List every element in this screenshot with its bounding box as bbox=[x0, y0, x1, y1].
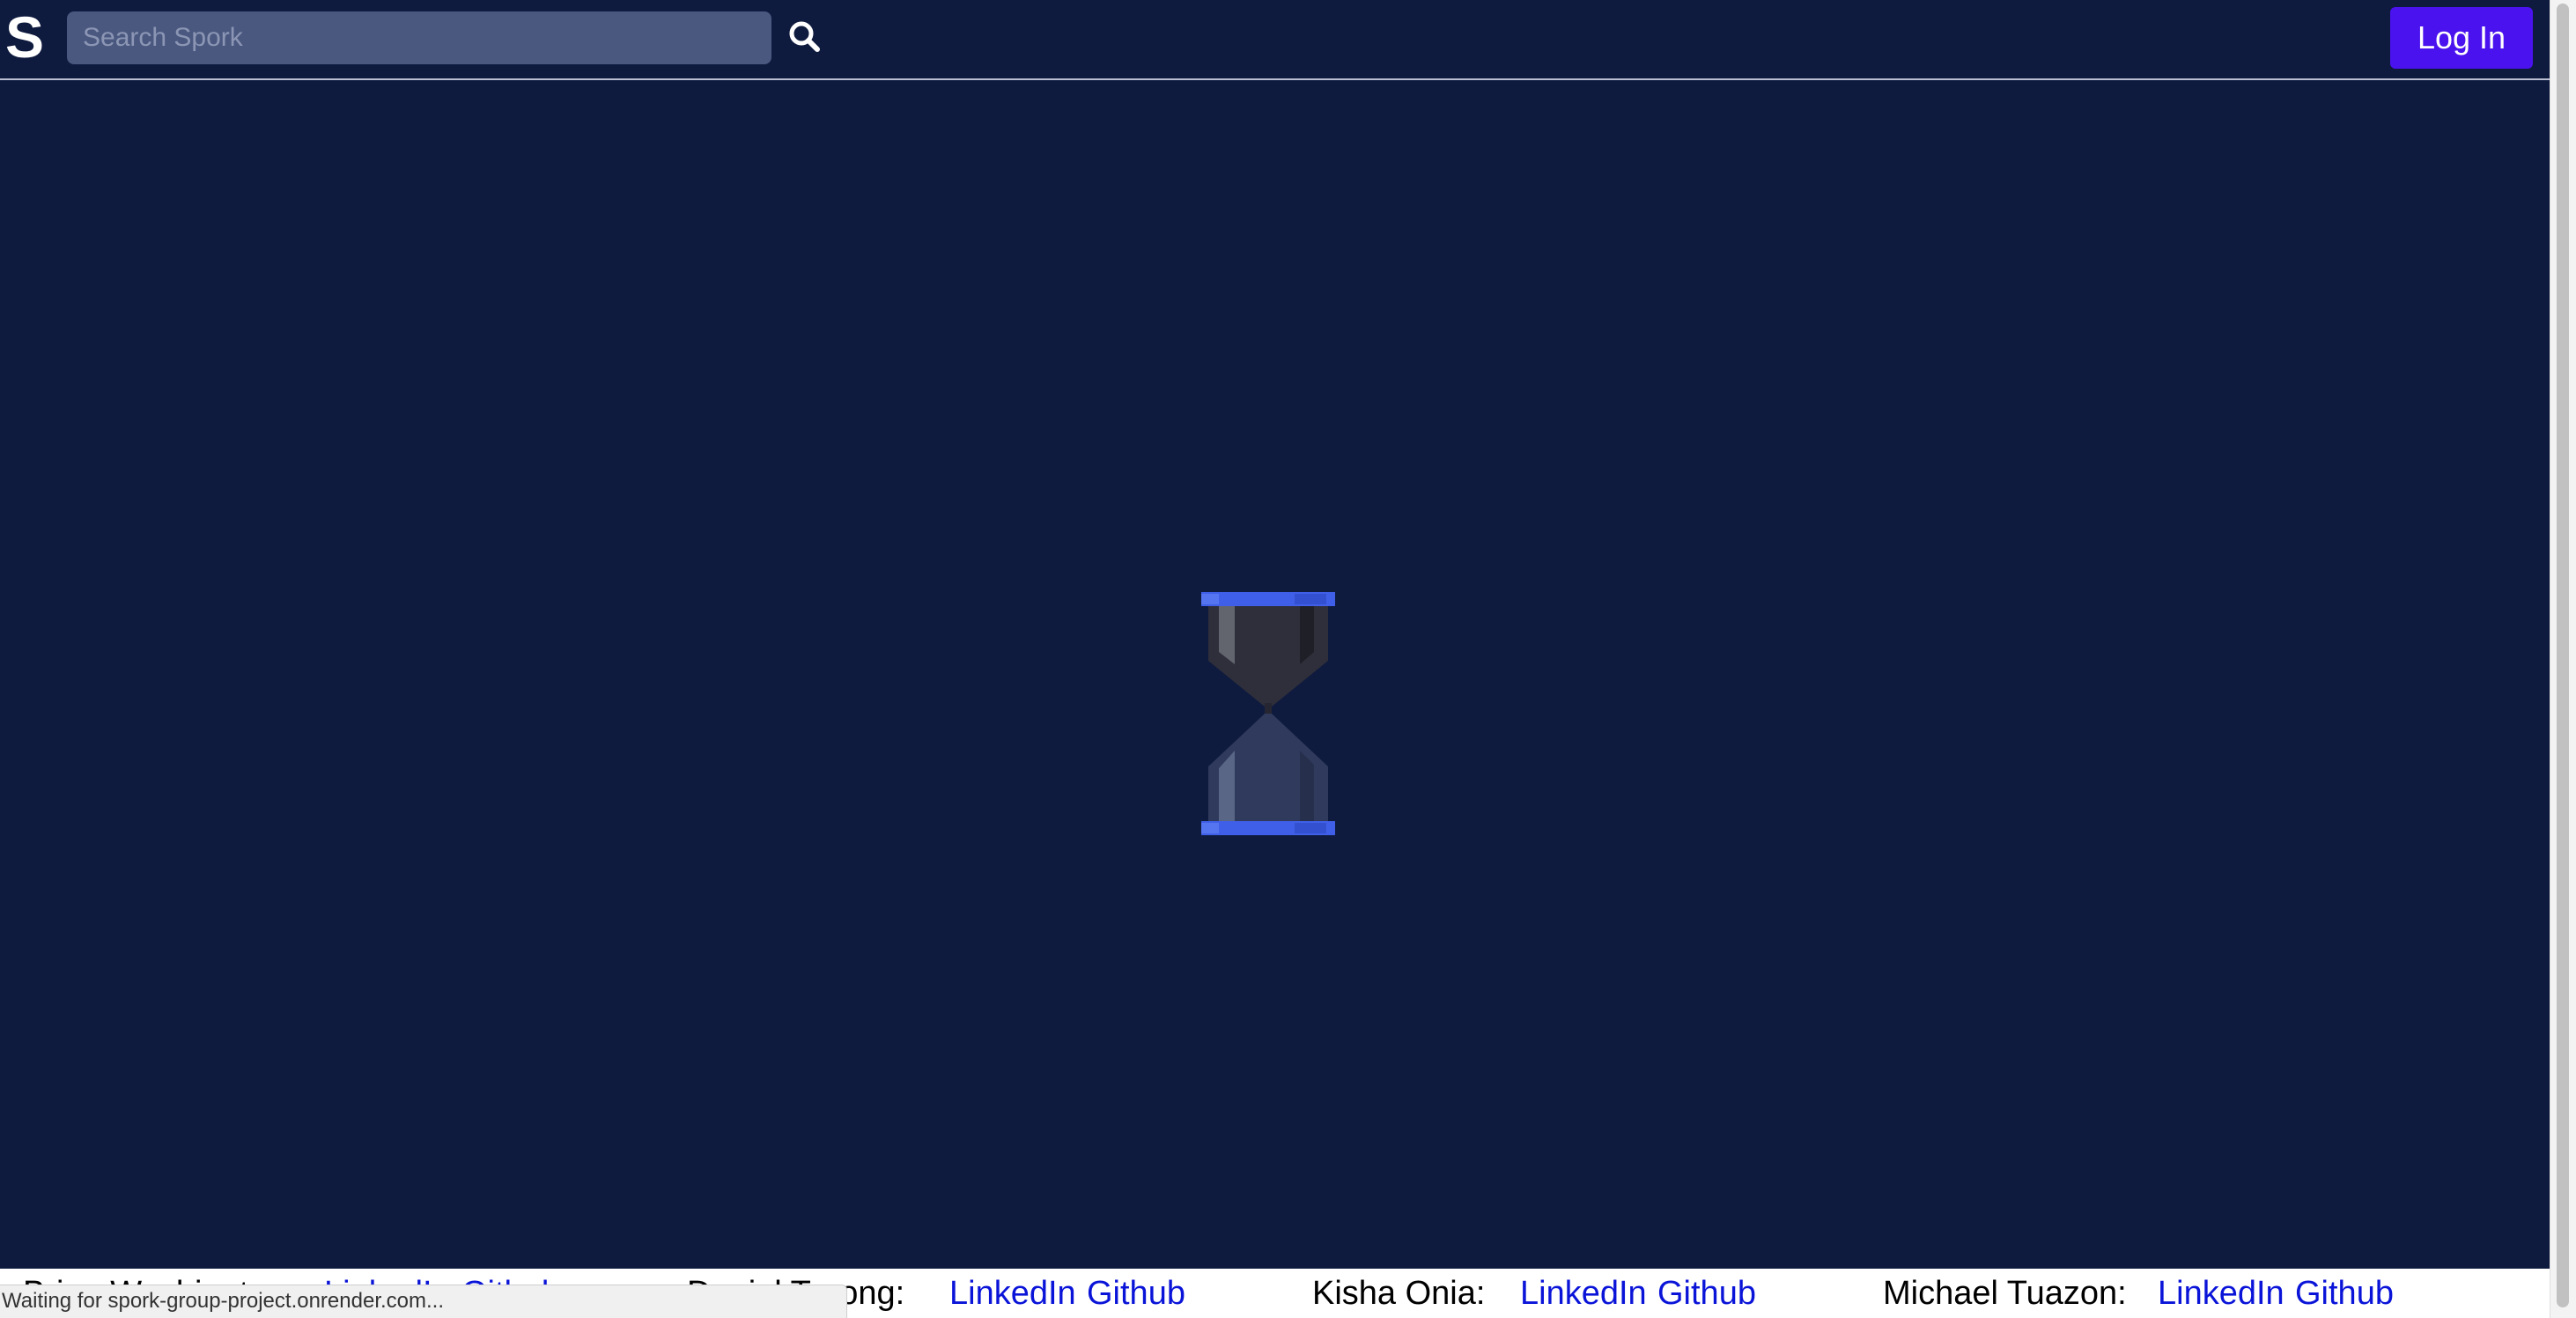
login-button[interactable]: Log In bbox=[2390, 7, 2533, 69]
browser-status-bar: Waiting for spork-group-project.onrender… bbox=[0, 1285, 847, 1318]
page: S Log In bbox=[0, 0, 2550, 1318]
search-icon bbox=[789, 21, 820, 52]
github-link[interactable]: Github bbox=[1087, 1276, 1185, 1311]
loading-spinner bbox=[1201, 592, 1335, 835]
footer-member-name: Michael Tuazon: bbox=[1883, 1275, 2127, 1312]
github-link[interactable]: Github bbox=[1657, 1276, 1756, 1311]
linkedin-link[interactable]: LinkedIn bbox=[2158, 1276, 2284, 1311]
footer-member-name: Kisha Onia: bbox=[1312, 1275, 1486, 1312]
linkedin-link[interactable]: LinkedIn bbox=[1520, 1276, 1647, 1311]
hourglass-icon bbox=[1201, 592, 1335, 835]
search-input[interactable] bbox=[67, 11, 771, 64]
scrollbar-thumb[interactable] bbox=[2557, 4, 2569, 1307]
logo[interactable]: S bbox=[5, 5, 44, 69]
search-button[interactable] bbox=[786, 18, 824, 56]
vertical-scrollbar[interactable] bbox=[2550, 0, 2576, 1318]
navbar: S Log In bbox=[0, 0, 2550, 80]
linkedin-link[interactable]: LinkedIn bbox=[949, 1276, 1076, 1311]
github-link[interactable]: Github bbox=[2295, 1276, 2394, 1311]
